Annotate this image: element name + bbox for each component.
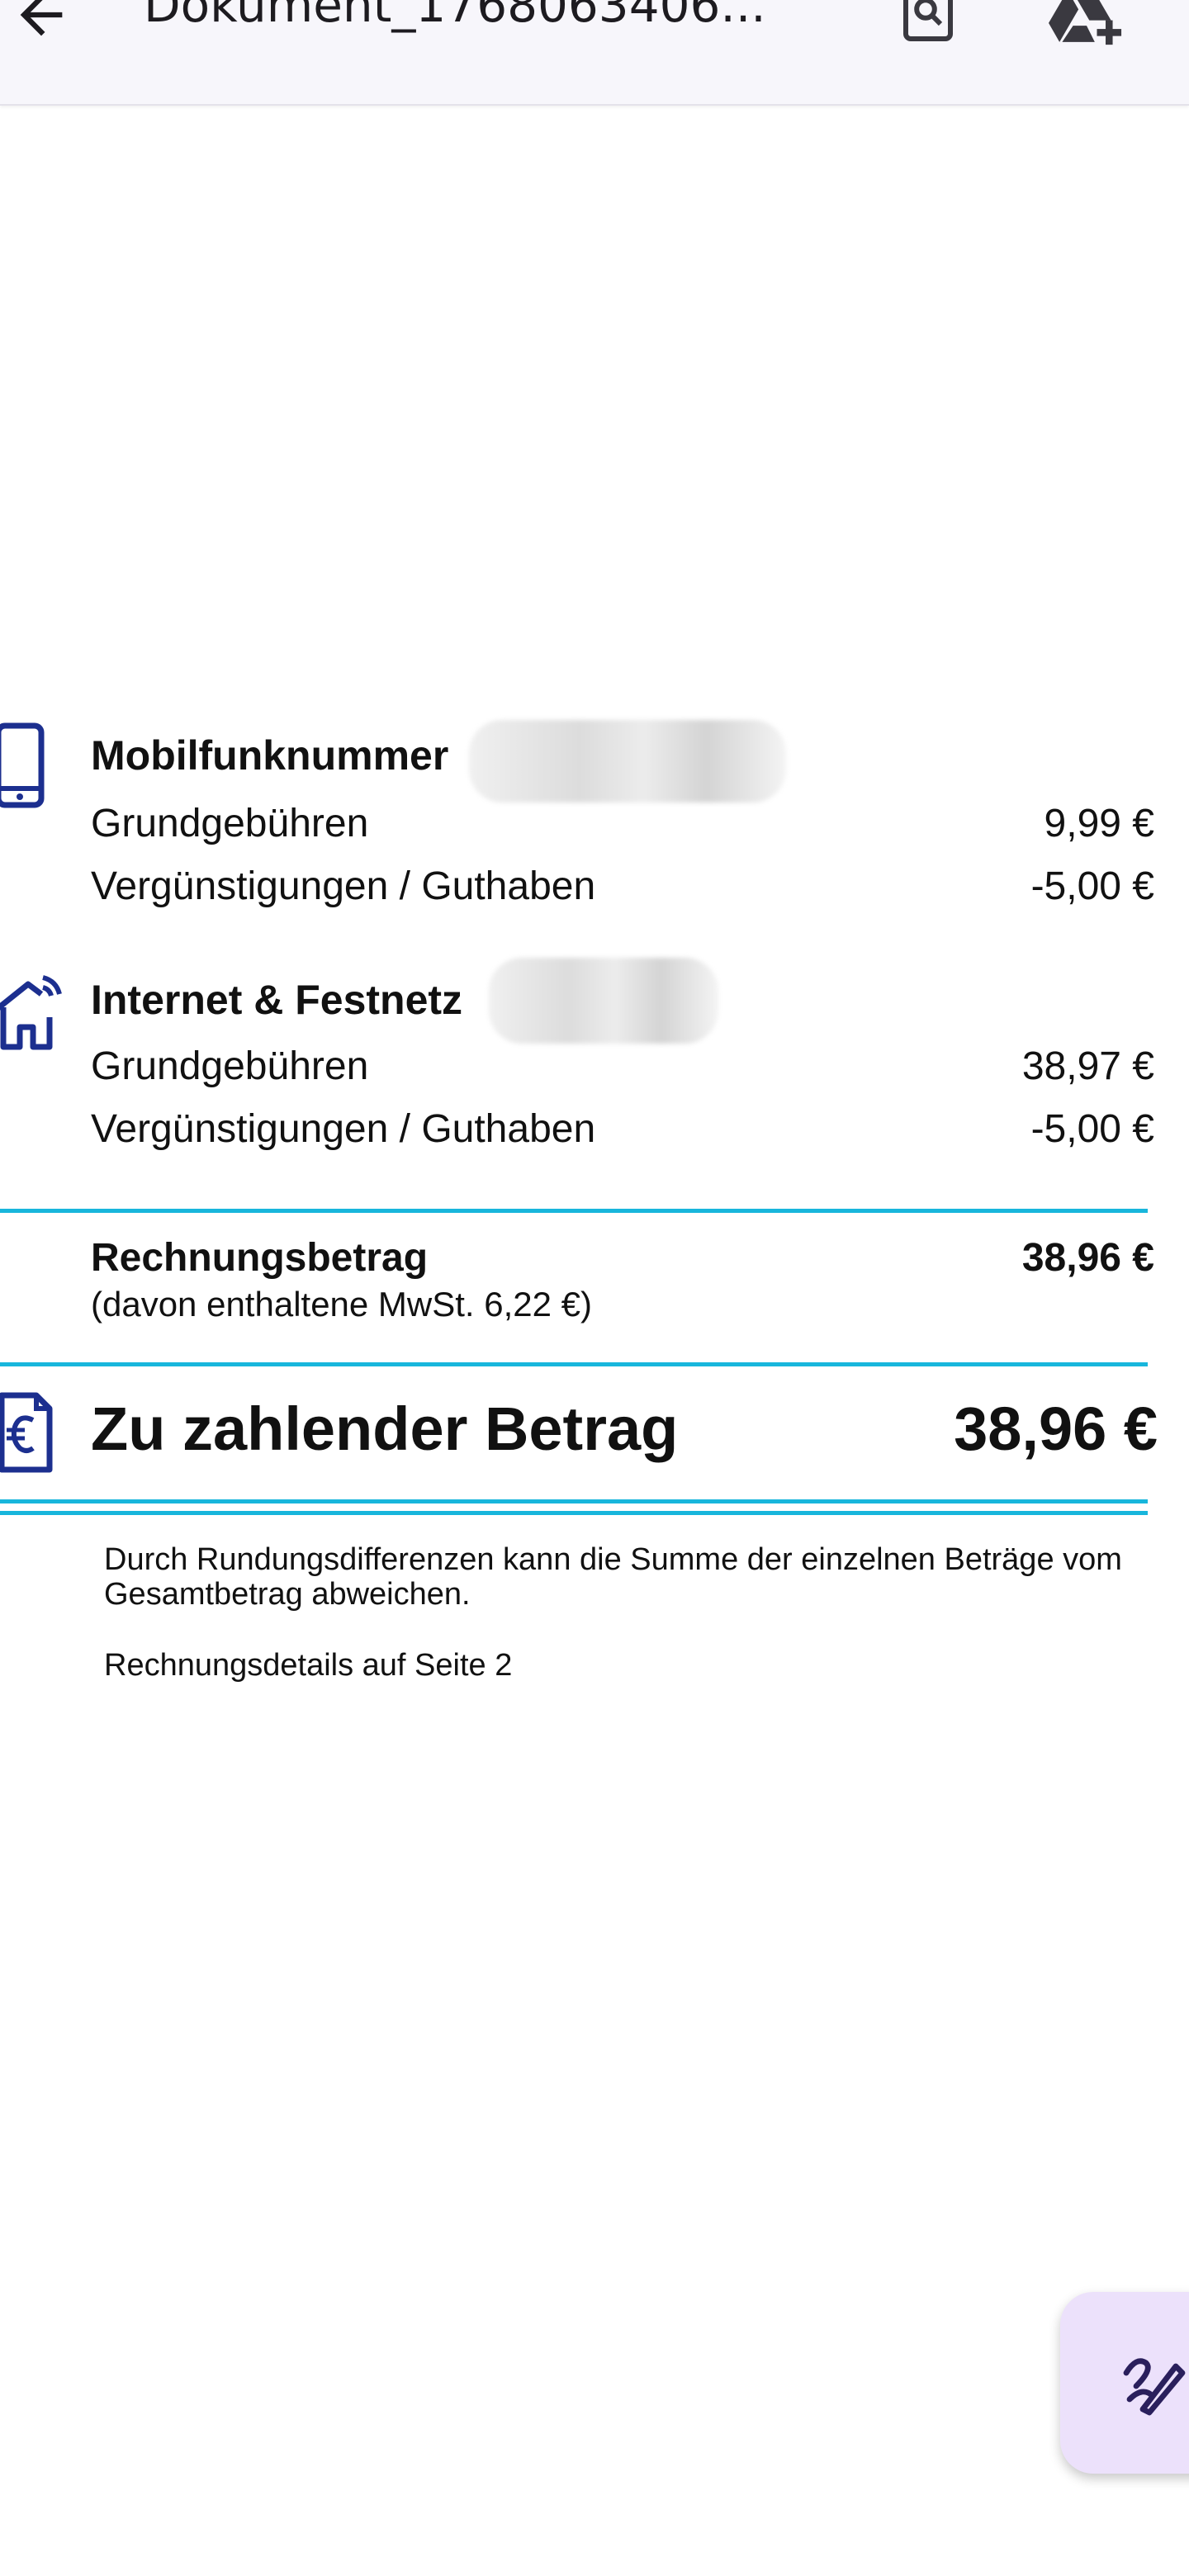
euro-document-icon [0,1392,53,1473]
edit-fab[interactable] [1060,2292,1189,2474]
amount-due-label: Zu zahlender Betrag [91,1395,679,1463]
invoice-page: Mobilfunknummer Grundgebühren 9,99 € Ver… [0,0,1189,2576]
row-value: 9,99 € [1044,802,1154,845]
home-signal-icon [0,975,62,1050]
divider [0,1511,1148,1515]
section-title-internet: Internet & Festnetz [91,977,463,1023]
invoice-total-label: Rechnungsbetrag [91,1236,429,1280]
row-label: Vergünstigungen / Guthaben [91,864,596,908]
invoice-total-value: 38,96 € [1021,1236,1154,1280]
mobile-phone-icon [0,722,45,808]
redacted-phone-number [469,720,786,803]
amount-due-value: 38,96 € [954,1395,1158,1463]
rounding-note: Durch Rundungsdifferenzen kann die Summe… [104,1542,1122,1612]
divider [0,1209,1148,1213]
edit-pen-icon [1123,2358,1186,2416]
details-note: Rechnungsdetails auf Seite 2 [104,1648,513,1683]
divider [0,1499,1148,1503]
redacted-landline-number [489,958,718,1044]
vat-note: (davon enthaltene MwSt. 6,22 €) [91,1285,593,1324]
row-value: -5,00 € [1030,864,1154,908]
row-label: Vergünstigungen / Guthaben [91,1107,596,1151]
section-title-mobile: Mobilfunknummer [91,732,449,779]
divider [0,1362,1148,1366]
row-value: 38,97 € [1021,1044,1154,1088]
row-label: Grundgebühren [91,1044,369,1088]
row-value: -5,00 € [1030,1107,1154,1151]
row-label: Grundgebühren [91,802,369,845]
